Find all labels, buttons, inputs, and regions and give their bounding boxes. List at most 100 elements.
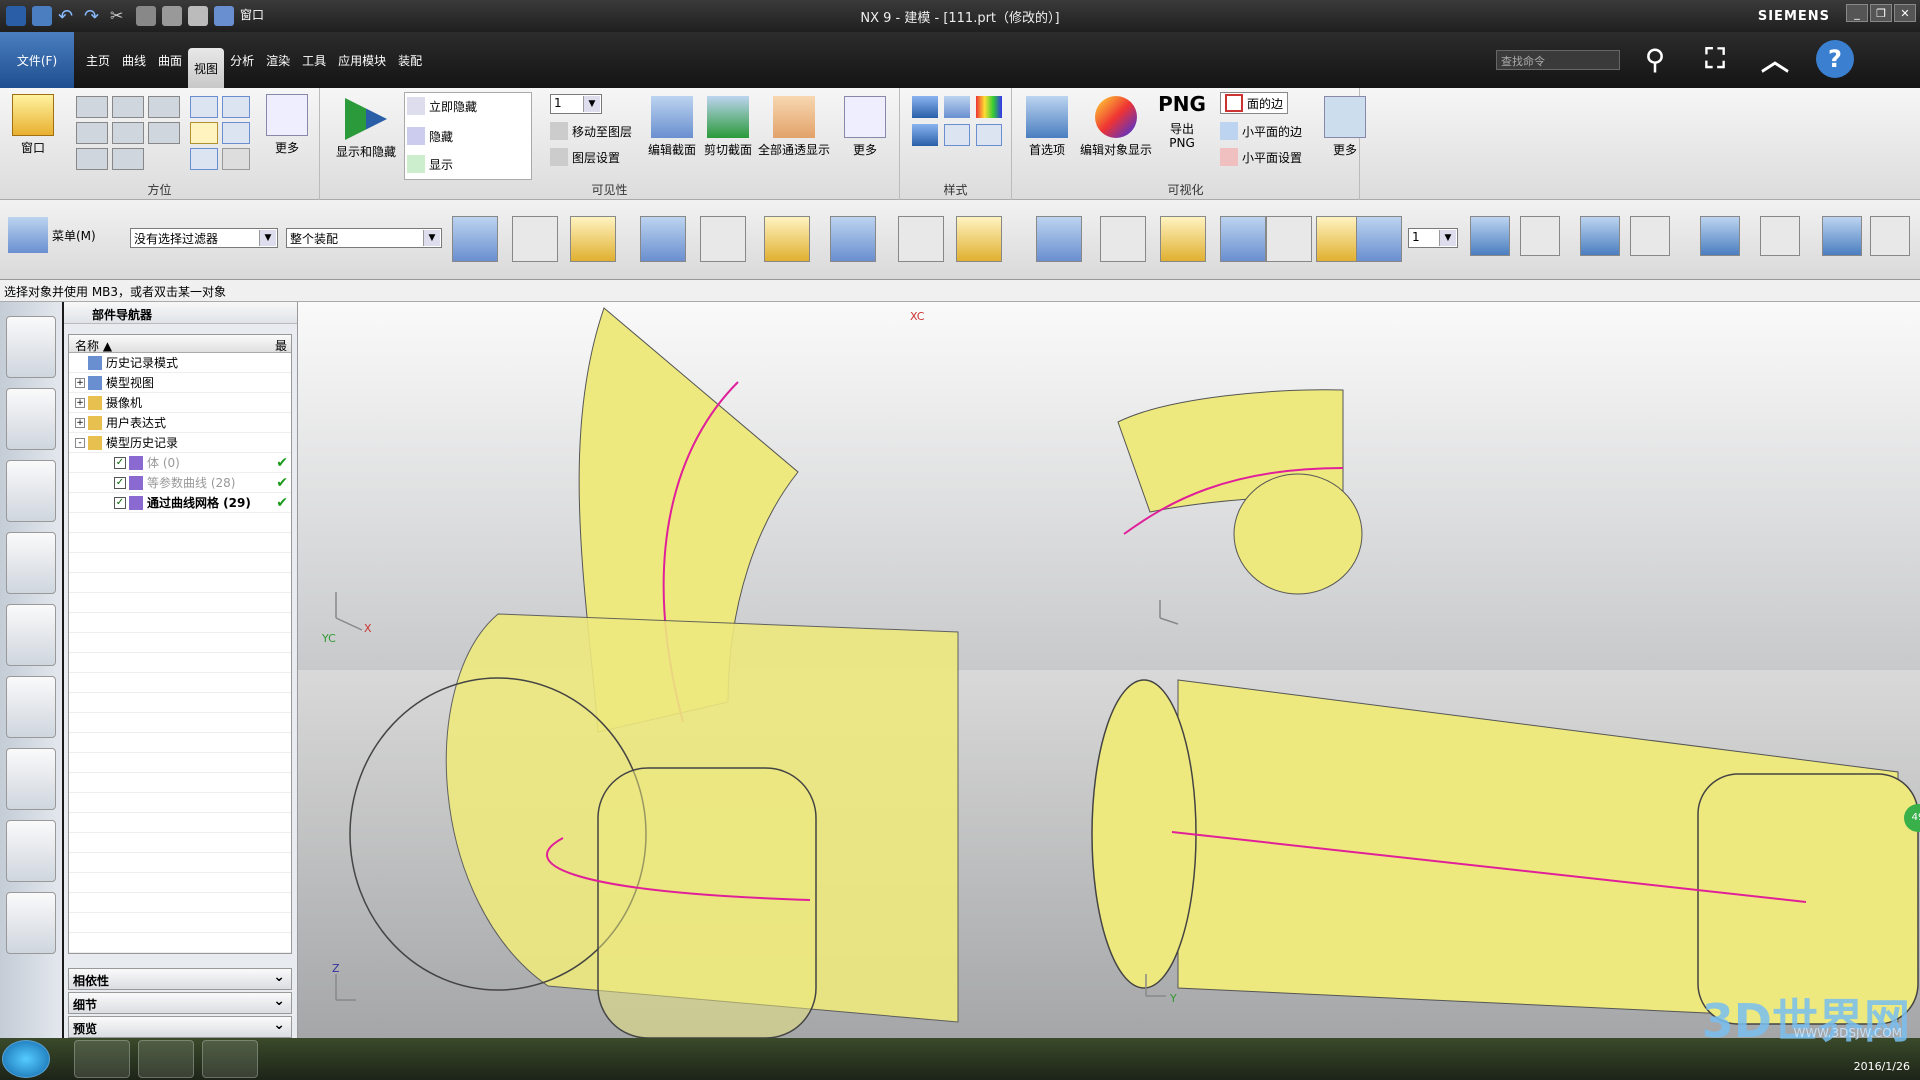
view-front-icon[interactable] (76, 122, 108, 144)
selection-scope-select[interactable]: 整个装配 (286, 228, 442, 248)
taskbar-explorer[interactable] (202, 1040, 258, 1078)
window-button[interactable]: 窗口 (8, 94, 58, 156)
highlight-icon[interactable] (1036, 216, 1082, 262)
tab-7[interactable]: 应用模块 (332, 32, 392, 88)
web-browser-tab[interactable] (6, 676, 56, 738)
tree-row[interactable]: + 用户表达式 (69, 413, 291, 433)
section-view-icon[interactable] (1700, 216, 1740, 256)
paste-icon[interactable] (162, 6, 182, 26)
work-layer-select[interactable]: 1 (1408, 228, 1458, 248)
window-menu-icon[interactable] (214, 6, 234, 26)
info-tab[interactable] (6, 604, 56, 666)
tree-row[interactable]: - 模型历史记录 (69, 433, 291, 453)
group-icon[interactable] (452, 216, 498, 262)
clip-section-button[interactable]: 剪切截面 (700, 96, 756, 158)
command-search-input[interactable]: 查找命令 (1496, 50, 1620, 70)
zoom-window-icon[interactable] (1520, 216, 1560, 256)
rotate-icon[interactable] (190, 148, 218, 170)
expand-toggle-icon[interactable]: - (75, 437, 85, 448)
assembly-navigator-tab[interactable] (6, 316, 56, 378)
graphics-window[interactable]: XC YC X Z Y 49 (298, 302, 1920, 1038)
grid-icon[interactable] (188, 6, 208, 26)
tree-row[interactable]: ✓ 通过曲线网格 (29) ✔ (69, 493, 291, 513)
visibility-checkbox[interactable]: ✓ (114, 456, 126, 469)
small-face-settings-button[interactable]: 小平面设置 (1220, 146, 1302, 168)
zoom-icon[interactable] (222, 96, 250, 118)
show-button[interactable]: 显示 (407, 153, 453, 175)
tree-row[interactable]: ✓ 等参数曲线 (28) ✔ (69, 473, 291, 493)
pencil-icon[interactable] (222, 122, 250, 144)
tab-4[interactable]: 分析 (224, 32, 260, 88)
studio-icon[interactable] (976, 96, 1002, 118)
point-icon[interactable] (1266, 216, 1312, 262)
expand-toggle-icon[interactable]: + (75, 377, 85, 388)
view-bottom-icon[interactable] (76, 148, 108, 170)
view-left-icon[interactable] (148, 122, 180, 144)
undo-icon[interactable] (512, 216, 558, 262)
view-right-icon[interactable] (112, 122, 144, 144)
restore-button[interactable]: ❐ (1870, 4, 1892, 22)
collapse-ribbon-icon[interactable]: ︿ (1756, 40, 1794, 78)
view-trimetric-icon[interactable] (148, 96, 180, 118)
edit-object-display-button[interactable]: 编辑对象显示 (1078, 96, 1154, 158)
cut-icon[interactable]: ✂ (110, 6, 130, 26)
shaded-edges-icon[interactable] (912, 96, 938, 118)
tab-0[interactable]: 主页 (80, 32, 116, 88)
tree-row[interactable]: + 摄像机 (69, 393, 291, 413)
export-png-button[interactable]: PNG 导出 PNG (1158, 92, 1206, 150)
view-top-icon[interactable] (112, 96, 144, 118)
visibility-checkbox[interactable]: ✓ (114, 476, 126, 489)
small-face-edges-button[interactable]: 小平面的边 (1220, 120, 1302, 142)
hide-button[interactable]: 隐藏 (407, 125, 453, 147)
restore-view-icon[interactable] (222, 148, 250, 170)
preferences-button[interactable]: 首选项 (1020, 96, 1074, 158)
expand-toggle-icon[interactable]: + (75, 397, 85, 408)
immediate-hide-button[interactable]: 立即隐藏 (407, 95, 477, 117)
start-button[interactable] (2, 1040, 50, 1078)
tree-row[interactable]: 历史记录模式 (69, 353, 291, 373)
layer-select[interactable]: 1 (550, 94, 602, 114)
orient-more-button[interactable]: 更多 (264, 94, 310, 156)
face-edges-button[interactable]: 面的边 (1220, 92, 1289, 114)
close-button[interactable]: ✕ (1894, 4, 1916, 22)
select-filter-icon[interactable] (570, 216, 616, 262)
constraint-navigator-tab[interactable] (6, 388, 56, 450)
rotate-view-icon[interactable] (1630, 216, 1670, 256)
view-iso-icon[interactable] (76, 96, 108, 118)
hidden-line-icon[interactable] (944, 124, 970, 146)
rect-select-icon[interactable] (764, 216, 810, 262)
shaded-icon[interactable] (944, 96, 970, 118)
window-menu-label[interactable]: 窗口 (240, 6, 264, 26)
undo-icon[interactable]: ↶ (58, 6, 78, 27)
static-wireframe-icon[interactable] (976, 124, 1002, 146)
tree-row[interactable]: ✓ 体 (0) ✔ (69, 453, 291, 473)
move-to-layer-button[interactable]: 移动至图层 (550, 120, 632, 142)
fullscreen-icon[interactable]: ⛶ (1696, 40, 1734, 78)
roles-tab[interactable] (6, 892, 56, 954)
dependencies-panel[interactable]: 相依性 (68, 968, 292, 990)
tab-6[interactable]: 工具 (296, 32, 332, 88)
minimize-button[interactable]: _ (1846, 4, 1868, 22)
copy-icon[interactable] (136, 6, 156, 26)
snap-icon[interactable] (700, 216, 746, 262)
preview-panel[interactable]: 预览 (68, 1016, 292, 1038)
taskbar-browser[interactable] (138, 1040, 194, 1078)
box-icon[interactable] (898, 216, 944, 262)
tab-2[interactable]: 曲面 (152, 32, 188, 88)
all-pass-display-button[interactable]: 全部通透显示 (756, 96, 832, 158)
view-back-icon[interactable] (112, 148, 144, 170)
navigator-column-header[interactable]: 名称 ▲ 最 (69, 335, 291, 353)
part-navigator-tab[interactable] (6, 460, 56, 522)
help-icon[interactable]: ? (1816, 40, 1854, 78)
redo-icon[interactable]: ↷ (84, 6, 104, 27)
measure-icon[interactable] (1870, 216, 1910, 256)
tab-1[interactable]: 曲线 (116, 32, 152, 88)
save-icon[interactable] (32, 6, 52, 26)
line-icon[interactable] (1100, 216, 1146, 262)
expand-toggle-icon[interactable]: + (75, 417, 85, 428)
visualize-more-button[interactable]: 更多 (1322, 96, 1368, 158)
visibility-checkbox[interactable]: ✓ (114, 496, 126, 509)
show-hide-button[interactable]: 显示和隐藏 (328, 98, 404, 160)
selection-filter-select[interactable]: 没有选择过滤器 (130, 228, 278, 248)
fit-icon[interactable] (190, 96, 218, 118)
